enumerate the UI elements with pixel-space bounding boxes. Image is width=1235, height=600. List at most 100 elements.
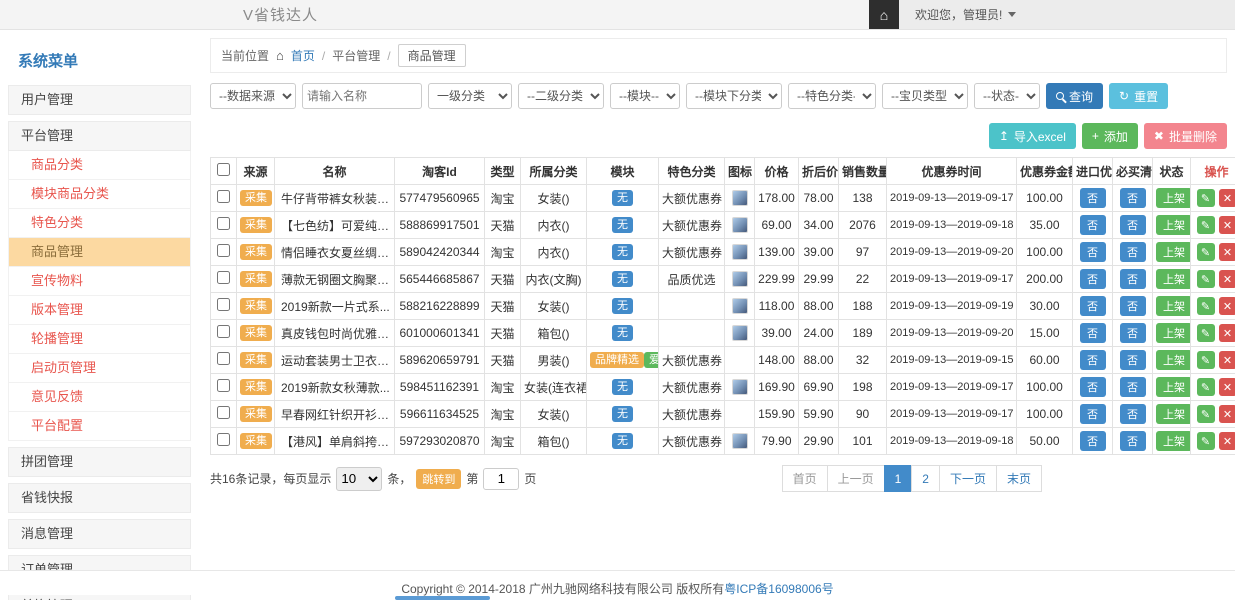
page-button-2[interactable]: 1 (884, 465, 913, 492)
row-checkbox[interactable] (217, 379, 230, 392)
sidebar-item-5[interactable]: 商品管理 (8, 238, 191, 267)
edit-button[interactable]: ✎ (1197, 351, 1215, 369)
edit-button[interactable]: ✎ (1197, 297, 1215, 315)
row-checkbox[interactable] (217, 217, 230, 230)
import-select-toggle[interactable]: 否 (1080, 188, 1106, 208)
select-all-checkbox[interactable] (217, 163, 230, 176)
status-button[interactable]: 上架 (1156, 431, 1191, 451)
delete-button[interactable]: ✕ (1219, 297, 1235, 315)
import-select-toggle[interactable]: 否 (1080, 269, 1106, 289)
page-button-1[interactable]: 上一页 (827, 465, 885, 492)
sidebar-item-8[interactable]: 轮播管理 (8, 325, 191, 354)
row-checkbox[interactable] (217, 271, 230, 284)
status-button[interactable]: 上架 (1156, 404, 1191, 424)
filter-select-7[interactable]: --状态-- (974, 83, 1040, 109)
search-button[interactable]: 查询 (1046, 83, 1103, 109)
delete-button[interactable]: ✕ (1219, 270, 1235, 288)
sidebar-item-9[interactable]: 启动页管理 (8, 354, 191, 383)
edit-button[interactable]: ✎ (1197, 405, 1215, 423)
delete-button[interactable]: ✕ (1219, 189, 1235, 207)
sidebar-item-0[interactable]: 用户管理 (8, 85, 191, 115)
delete-button[interactable]: ✕ (1219, 324, 1235, 342)
filter-select-0[interactable]: --数据来源-- (210, 83, 296, 109)
row-checkbox[interactable] (217, 325, 230, 338)
status-button[interactable]: 上架 (1156, 350, 1191, 370)
home-button[interactable]: ⌂ (869, 0, 899, 29)
status-button[interactable]: 上架 (1156, 215, 1191, 235)
add-button[interactable]: + 添加 (1082, 123, 1138, 149)
sidebar-item-14[interactable]: 消息管理 (8, 519, 191, 549)
filter-select-4[interactable]: --模块下分类-- (686, 83, 782, 109)
jump-button[interactable]: 跳转到 (416, 469, 461, 489)
must-buy-toggle[interactable]: 否 (1120, 350, 1146, 370)
import-excel-button[interactable]: ↥ 导入excel (989, 123, 1076, 149)
row-checkbox[interactable] (217, 406, 230, 419)
must-buy-toggle[interactable]: 否 (1120, 188, 1146, 208)
delete-button[interactable]: ✕ (1219, 243, 1235, 261)
breadcrumb-home-link[interactable]: 首页 (291, 47, 315, 64)
filter-select-2[interactable]: --二级分类-- (518, 83, 604, 109)
reset-button[interactable]: ↻ 重置 (1109, 83, 1168, 109)
row-checkbox[interactable] (217, 298, 230, 311)
edit-button[interactable]: ✎ (1197, 432, 1215, 450)
status-button[interactable]: 上架 (1156, 323, 1191, 343)
page-button-5[interactable]: 末页 (996, 465, 1042, 492)
row-checkbox[interactable] (217, 244, 230, 257)
delete-button[interactable]: ✕ (1219, 351, 1235, 369)
sidebar-item-2[interactable]: 商品分类 (8, 151, 191, 180)
import-select-toggle[interactable]: 否 (1080, 431, 1106, 451)
filter-select-6[interactable]: --宝贝类型-- (882, 83, 968, 109)
delete-button[interactable]: ✕ (1219, 378, 1235, 396)
status-button[interactable]: 上架 (1156, 242, 1191, 262)
edit-button[interactable]: ✎ (1197, 378, 1215, 396)
delete-button[interactable]: ✕ (1219, 432, 1235, 450)
status-button[interactable]: 上架 (1156, 377, 1191, 397)
must-buy-toggle[interactable]: 否 (1120, 296, 1146, 316)
batch-delete-button[interactable]: ✖ 批量删除 (1144, 123, 1227, 149)
must-buy-toggle[interactable]: 否 (1120, 215, 1146, 235)
user-menu[interactable]: 欢迎您，管理员! (899, 0, 1235, 29)
name-search-input[interactable] (302, 83, 422, 109)
sidebar-item-12[interactable]: 拼团管理 (8, 447, 191, 477)
sidebar-item-13[interactable]: 省钱快报 (8, 483, 191, 513)
page-button-4[interactable]: 下一页 (939, 465, 997, 492)
sidebar-item-3[interactable]: 模块商品分类 (8, 180, 191, 209)
page-button-0[interactable]: 首页 (782, 465, 828, 492)
row-checkbox[interactable] (217, 433, 230, 446)
import-select-toggle[interactable]: 否 (1080, 377, 1106, 397)
must-buy-toggle[interactable]: 否 (1120, 377, 1146, 397)
must-buy-toggle[interactable]: 否 (1120, 269, 1146, 289)
edit-button[interactable]: ✎ (1197, 216, 1215, 234)
sidebar-item-11[interactable]: 平台配置 (8, 412, 191, 441)
row-checkbox[interactable] (217, 352, 230, 365)
status-button[interactable]: 上架 (1156, 188, 1191, 208)
filter-select-5[interactable]: --特色分类-- (788, 83, 876, 109)
page-size-select[interactable]: 10 (336, 467, 382, 491)
delete-button[interactable]: ✕ (1219, 216, 1235, 234)
page-button-3[interactable]: 2 (911, 465, 940, 492)
jump-page-input[interactable] (483, 468, 519, 490)
edit-button[interactable]: ✎ (1197, 324, 1215, 342)
sidebar-item-10[interactable]: 意见反馈 (8, 383, 191, 412)
delete-button[interactable]: ✕ (1219, 405, 1235, 423)
sidebar-item-7[interactable]: 版本管理 (8, 296, 191, 325)
sidebar-item-6[interactable]: 宣传物料 (8, 267, 191, 296)
horizontal-scrollbar-thumb[interactable] (395, 596, 490, 600)
row-checkbox[interactable] (217, 190, 230, 203)
icp-link[interactable]: 粤ICP备16098006号 (724, 582, 833, 596)
import-select-toggle[interactable]: 否 (1080, 242, 1106, 262)
status-button[interactable]: 上架 (1156, 269, 1191, 289)
filter-select-3[interactable]: --模块-- (610, 83, 680, 109)
import-select-toggle[interactable]: 否 (1080, 350, 1106, 370)
import-select-toggle[interactable]: 否 (1080, 215, 1106, 235)
sidebar-item-1[interactable]: 平台管理 (8, 121, 191, 151)
import-select-toggle[interactable]: 否 (1080, 296, 1106, 316)
must-buy-toggle[interactable]: 否 (1120, 404, 1146, 424)
edit-button[interactable]: ✎ (1197, 243, 1215, 261)
sidebar-item-4[interactable]: 特色分类 (8, 209, 191, 238)
filter-select-1[interactable]: 一级分类 (428, 83, 512, 109)
status-button[interactable]: 上架 (1156, 296, 1191, 316)
import-select-toggle[interactable]: 否 (1080, 404, 1106, 424)
must-buy-toggle[interactable]: 否 (1120, 242, 1146, 262)
must-buy-toggle[interactable]: 否 (1120, 431, 1146, 451)
